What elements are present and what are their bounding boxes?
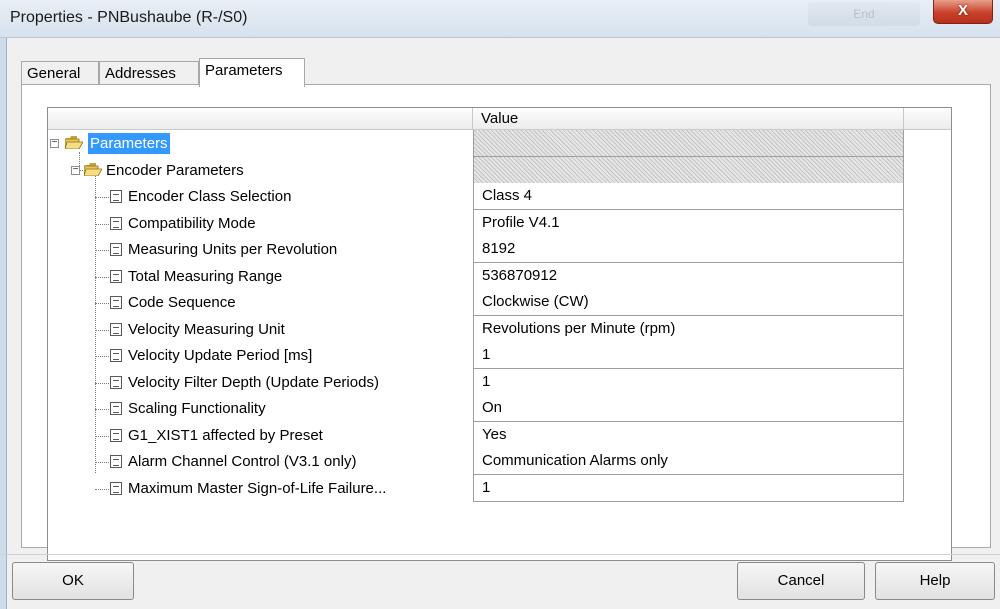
open-folder-icon [65,136,83,149]
param-row[interactable]: Alarm Channel Control (V3.1 only) Commun… [48,448,951,475]
parameter-icon [110,190,122,203]
title-bar: Properties - PNBushaube (R-/S0) End X [0,0,1000,38]
param-value[interactable]: 1 [473,474,904,502]
param-row[interactable]: Velocity Update Period [ms] 1 [48,342,951,369]
param-label: Code Sequence [128,294,236,311]
tab-label: Addresses [105,65,176,82]
collapse-icon[interactable]: − [50,138,59,148]
tab-label: General [27,65,81,82]
tree-connector [95,382,109,384]
value-column-header: Value [481,110,519,127]
param-row[interactable]: Compatibility Mode Profile V4.1 [48,209,951,237]
tree-connector [95,223,109,225]
close-icon: X [957,2,968,19]
param-value[interactable]: On [473,395,904,422]
param-row[interactable]: Measuring Units per Revolution 8192 [48,236,951,263]
parameter-icon [110,243,122,256]
param-value[interactable]: 536870912 [473,262,904,290]
parameters-tab-page: Value − Parameters − Encoder Parameters … [21,84,991,561]
param-label: Alarm Channel Control (V3.1 only) [128,453,357,470]
param-label: G1_XIST1 affected by Preset [128,426,323,444]
help-button[interactable]: Help [875,562,995,600]
tree-connector [95,329,109,331]
param-row[interactable]: Total Measuring Range 536870912 [48,262,951,290]
param-row[interactable]: Velocity Measuring Unit Revolutions per … [48,315,951,343]
param-row[interactable]: Maximum Master Sign-of-Life Failure... 1 [48,474,951,502]
tree-connector [95,435,109,437]
tree-connector [95,303,109,304]
param-label: Velocity Measuring Unit [128,320,285,338]
tree-row-encoder-parameters[interactable]: − Encoder Parameters [48,156,951,184]
param-row[interactable]: Velocity Filter Depth (Update Periods) 1 [48,368,951,396]
param-value[interactable]: Communication Alarms only [473,448,904,475]
param-row[interactable]: Encoder Class Selection Class 4 [48,183,951,210]
tree-connector [95,488,109,490]
parameter-icon [110,375,122,389]
param-row[interactable]: Code Sequence Clockwise (CW) [48,289,951,316]
param-row[interactable]: G1_XIST1 affected by Preset Yes [48,421,951,449]
parameter-icon [110,402,122,415]
parameter-icon [110,322,122,336]
param-row[interactable]: Scaling Functionality On [48,395,951,422]
cancel-button[interactable]: Cancel [737,562,865,600]
header-name-column [48,108,473,130]
parameter-icon [110,296,122,309]
tree-connector [95,250,109,251]
tree-connector [95,409,109,410]
grid-header: Value [48,108,951,130]
parameter-grid: Value − Parameters − Encoder Parameters … [47,107,952,561]
param-label: Velocity Filter Depth (Update Periods) [128,373,379,391]
window-title: Properties - PNBushaube (R-/S0) [10,9,248,26]
parameter-icon [110,269,122,283]
button-divider [0,554,1000,555]
parameter-icon [110,428,122,442]
value-cell [473,130,904,157]
parameter-icon [110,216,122,230]
param-value[interactable]: 1 [473,342,904,369]
param-value[interactable]: Profile V4.1 [473,209,904,237]
param-value[interactable]: 1 [473,368,904,396]
grid-rows: − Parameters − Encoder Parameters Encode… [48,130,951,502]
parameter-icon [110,455,122,468]
param-label: Scaling Functionality [128,400,266,417]
collapse-icon[interactable]: − [71,164,80,175]
value-cell [473,156,904,184]
tab-addresses[interactable]: Addresses [99,61,199,85]
properties-dialog: General Addresses Parameters Value − Par… [6,38,1000,609]
tab-general[interactable]: General [21,61,99,85]
tree-connector [95,197,109,198]
param-value[interactable]: 8192 [473,236,904,263]
tree-connector [95,462,109,463]
param-value[interactable]: Clockwise (CW) [473,289,904,316]
header-value-column: Value [473,108,904,130]
tree-row-parameters[interactable]: − Parameters [48,130,951,157]
param-label: Maximum Master Sign-of-Life Failure... [128,479,387,497]
parameter-icon [110,481,122,495]
param-value[interactable]: Class 4 [473,183,904,210]
param-label: Compatibility Mode [128,214,256,232]
tab-label: Parameters [205,62,283,79]
param-value[interactable]: Yes [473,421,904,449]
parameter-icon [110,349,122,362]
tab-parameters[interactable]: Parameters [199,58,305,87]
param-label: Total Measuring Range [128,267,283,285]
param-label: Velocity Update Period [ms] [128,347,313,364]
ok-button[interactable]: OK [12,562,134,600]
tree-label-encoder-parameters[interactable]: Encoder Parameters [106,160,244,181]
param-value[interactable]: Revolutions per Minute (rpm) [473,315,904,343]
close-button[interactable]: X [933,0,993,24]
tree-connector [95,356,109,357]
tree-label-parameters[interactable]: Parameters [88,133,170,154]
tree-connector [95,276,109,278]
faded-caption-button: End [808,2,920,26]
open-folder-icon [84,162,102,176]
param-label: Measuring Units per Revolution [128,241,338,258]
param-label: Encoder Class Selection [128,188,292,205]
